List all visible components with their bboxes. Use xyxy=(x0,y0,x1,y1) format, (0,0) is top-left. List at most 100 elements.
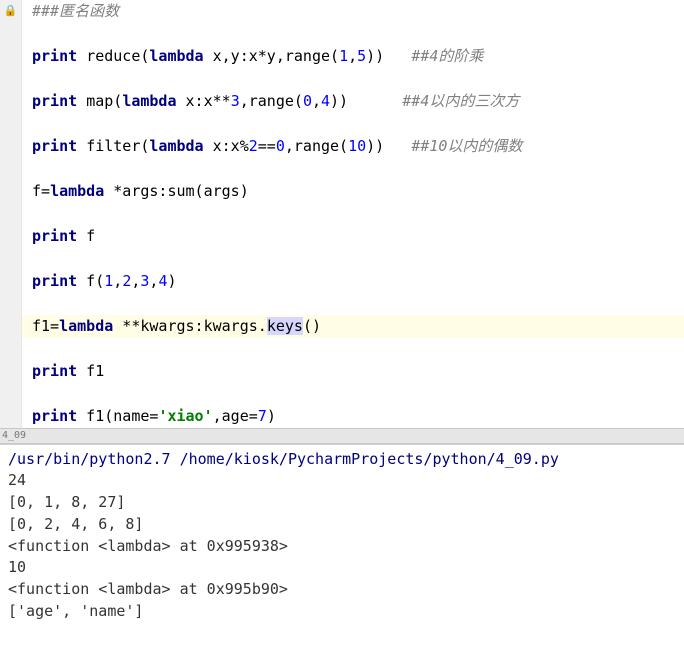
gutter xyxy=(0,158,22,181)
gutter xyxy=(0,113,22,136)
keyword-token: print xyxy=(32,407,77,425)
code-token: x:x** xyxy=(177,92,231,110)
gutter xyxy=(0,315,22,338)
console-output[interactable]: /usr/bin/python2.7 /home/kiosk/PycharmPr… xyxy=(0,444,684,627)
keyword-token: lambda xyxy=(59,317,113,335)
code-content[interactable] xyxy=(22,383,41,406)
code-content[interactable]: print filter(lambda x:x%2==0,range(10)) … xyxy=(22,135,522,158)
code-line[interactable] xyxy=(0,293,684,316)
code-token: f1= xyxy=(32,317,59,335)
code-content[interactable] xyxy=(22,338,41,361)
console-line: [0, 2, 4, 6, 8] xyxy=(8,514,676,536)
code-content[interactable] xyxy=(22,248,41,271)
code-content[interactable] xyxy=(22,293,41,316)
code-token xyxy=(384,47,411,65)
code-token: , xyxy=(312,92,321,110)
code-token: reduce( xyxy=(86,47,149,65)
number-token: 7 xyxy=(258,407,267,425)
code-content[interactable]: print reduce(lambda x,y:x*y,range(1,5)) … xyxy=(22,45,483,68)
code-token: , xyxy=(348,47,357,65)
code-content[interactable]: print f1 xyxy=(22,360,104,383)
number-token: 4 xyxy=(321,92,330,110)
code-content[interactable]: f1=lambda **kwargs:kwargs.keys() xyxy=(22,315,321,338)
code-token: )) xyxy=(366,47,384,65)
code-line[interactable]: print reduce(lambda x,y:x*y,range(1,5)) … xyxy=(0,45,684,68)
code-token xyxy=(77,137,86,155)
code-content[interactable]: print f xyxy=(22,225,95,248)
code-content[interactable] xyxy=(22,158,41,181)
code-token: f1(name= xyxy=(77,407,158,425)
keyword-token: lambda xyxy=(50,182,104,200)
console-line: <function <lambda> at 0x995b90> xyxy=(8,579,676,601)
code-line[interactable] xyxy=(0,68,684,91)
code-line[interactable] xyxy=(0,23,684,46)
code-token: x,y:x*y,range( xyxy=(204,47,339,65)
code-content[interactable]: print map(lambda x:x**3,range(0,4)) ##4以… xyxy=(22,90,519,113)
gutter xyxy=(0,90,22,113)
keyword-token: print xyxy=(32,272,77,290)
code-content[interactable] xyxy=(22,23,41,46)
console-command: /usr/bin/python2.7 /home/kiosk/PycharmPr… xyxy=(8,449,676,471)
lock-icon: 🔒 xyxy=(0,0,22,23)
gutter xyxy=(0,405,22,428)
code-content[interactable] xyxy=(22,113,41,136)
code-line[interactable]: print filter(lambda x:x%2==0,range(10)) … xyxy=(0,135,684,158)
keyword-token: lambda xyxy=(122,92,176,110)
code-token: ,range( xyxy=(240,92,303,110)
code-token: *args:sum(args) xyxy=(104,182,249,200)
code-content[interactable] xyxy=(22,68,41,91)
code-content[interactable]: f=lambda *args:sum(args) xyxy=(22,180,249,203)
comment-text: ###匿名函数 xyxy=(32,2,119,20)
run-tab-bar[interactable]: 4_09 xyxy=(0,428,684,444)
code-line[interactable]: f=lambda *args:sum(args) xyxy=(0,180,684,203)
code-line[interactable] xyxy=(0,113,684,136)
code-line[interactable]: print map(lambda x:x**3,range(0,4)) ##4以… xyxy=(0,90,684,113)
code-token: f xyxy=(77,227,95,245)
code-content[interactable]: print f1(name='xiao',age=7) xyxy=(22,405,276,428)
code-token: **kwargs:kwargs. xyxy=(113,317,267,335)
number-token: 0 xyxy=(276,137,285,155)
gutter xyxy=(0,23,22,46)
code-line[interactable] xyxy=(0,158,684,181)
code-line[interactable] xyxy=(0,203,684,226)
gutter xyxy=(0,248,22,271)
gutter xyxy=(0,360,22,383)
number-token: 10 xyxy=(348,137,366,155)
code-token xyxy=(348,92,402,110)
code-token: f= xyxy=(32,182,50,200)
code-token: () xyxy=(303,317,321,335)
code-token xyxy=(77,47,86,65)
code-line[interactable]: print f1 xyxy=(0,360,684,383)
number-token: 3 xyxy=(231,92,240,110)
gutter xyxy=(0,180,22,203)
gutter xyxy=(0,293,22,316)
comment-text: ##4以内的三次方 xyxy=(402,92,519,110)
run-tab-label: 4_09 xyxy=(2,430,26,441)
gutter xyxy=(0,383,22,406)
code-line[interactable] xyxy=(0,338,684,361)
code-editor[interactable]: 🔒###匿名函数 print reduce(lambda x,y:x*y,ran… xyxy=(0,0,684,428)
code-content[interactable]: print f(1,2,3,4) xyxy=(22,270,177,293)
code-line[interactable]: print f(1,2,3,4) xyxy=(0,270,684,293)
code-line[interactable]: print f xyxy=(0,225,684,248)
code-token xyxy=(77,92,86,110)
keyword-token: print xyxy=(32,47,77,65)
code-token: )) xyxy=(366,137,384,155)
code-token: ,age= xyxy=(213,407,258,425)
keyword-token: print xyxy=(32,92,77,110)
code-line[interactable] xyxy=(0,383,684,406)
code-content[interactable]: ###匿名函数 xyxy=(22,0,119,23)
keyword-token: print xyxy=(32,227,77,245)
code-content[interactable] xyxy=(22,203,41,226)
code-line[interactable]: f1=lambda **kwargs:kwargs.keys() xyxy=(0,315,684,338)
code-token: == xyxy=(258,137,276,155)
number-token: 2 xyxy=(249,137,258,155)
code-token xyxy=(384,137,411,155)
code-line[interactable] xyxy=(0,248,684,271)
code-line[interactable]: print f1(name='xiao',age=7) xyxy=(0,405,684,428)
gutter xyxy=(0,270,22,293)
number-token: 1 xyxy=(339,47,348,65)
code-token: f1 xyxy=(77,362,104,380)
code-line[interactable]: 🔒 ###匿名函数 xyxy=(0,0,684,23)
keyword-token: lambda xyxy=(149,47,203,65)
